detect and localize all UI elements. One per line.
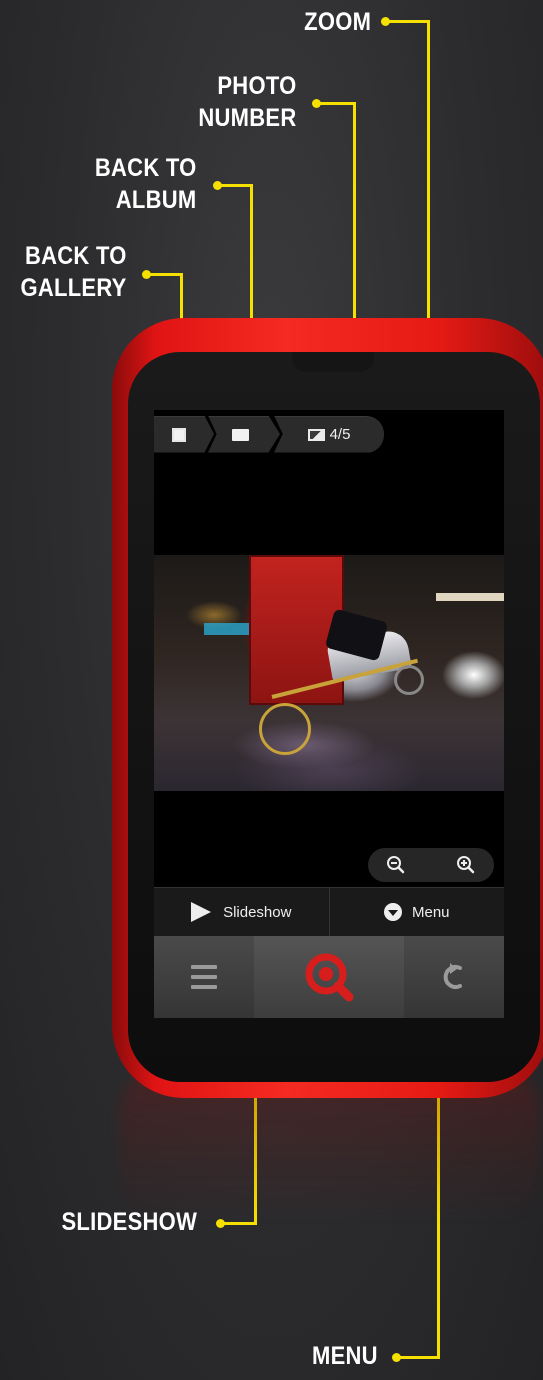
zoom-controls <box>368 848 494 882</box>
callout-zoom-line <box>388 20 430 23</box>
callout-photo-number: PHOTO NUMBER <box>198 72 297 132</box>
hamburger-icon <box>191 965 217 989</box>
album-icon <box>231 428 249 441</box>
play-icon <box>191 902 212 922</box>
breadcrumb: 4/5 <box>154 415 394 453</box>
photo-view[interactable] <box>154 555 504 791</box>
gallery-icon <box>172 427 186 442</box>
menu-button[interactable]: Menu <box>328 888 505 936</box>
zoom-in-button[interactable] <box>454 853 478 877</box>
nav-bar <box>154 936 504 1018</box>
phone-speaker <box>292 352 374 372</box>
slideshow-label: Slideshow <box>223 903 292 921</box>
zoom-out-icon <box>387 856 405 874</box>
image-icon <box>307 428 325 441</box>
nav-menu-button[interactable] <box>154 936 254 1018</box>
callout-back-to-album: BACK TO ALBUM <box>95 154 197 214</box>
zoom-out-button[interactable] <box>384 853 408 877</box>
callout-back-to-gallery: BACK TO GALLERY <box>20 242 127 302</box>
back-to-gallery-button[interactable] <box>154 415 214 453</box>
photo-number-crumb: 4/5 <box>274 415 384 453</box>
menu-icon <box>383 903 402 921</box>
slideshow-button[interactable]: Slideshow <box>154 888 329 936</box>
photo-number: 4/5 <box>329 426 351 443</box>
callout-zoom: ZOOM <box>303 8 371 36</box>
action-bar: Slideshow Menu <box>154 887 504 936</box>
callout-menu: MENU <box>312 1342 378 1370</box>
nav-search-button[interactable] <box>254 936 404 1018</box>
back-to-album-button[interactable] <box>208 415 280 453</box>
nav-back-button[interactable] <box>404 936 504 1018</box>
phone-screen: 4/5 Slideshow Menu <box>154 410 504 1018</box>
back-icon <box>443 963 462 989</box>
search-icon <box>305 953 354 1002</box>
zoom-in-icon <box>457 856 475 874</box>
menu-label: Menu <box>411 903 450 921</box>
